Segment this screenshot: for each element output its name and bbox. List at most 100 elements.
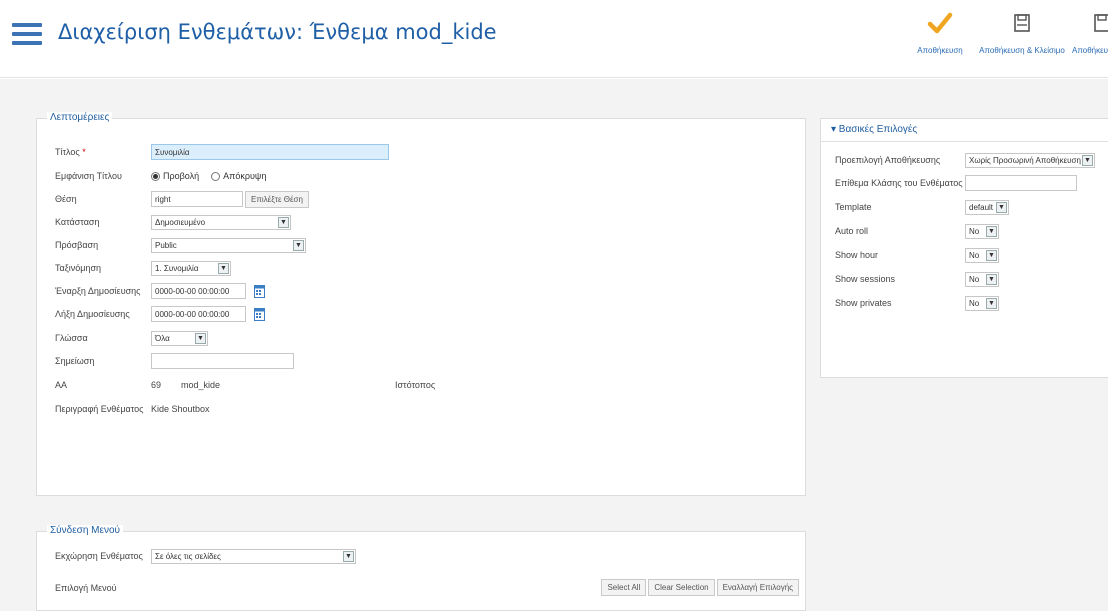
module-assignment-select[interactable]: Σε όλες τις σελίδες ▼ [151, 548, 356, 564]
details-legend: Λεπτομέρειες [47, 112, 113, 123]
chevron-down-icon: ▼ [293, 239, 304, 251]
publish-start-row: Έναρξη Δημοσίευσης 0000-00-00 00:00:00 [55, 282, 265, 300]
show-title-label: Εμφάνιση Τίτλου [55, 171, 122, 181]
class-suffix-input[interactable] [965, 175, 1077, 191]
show-sessions-select[interactable]: No ▼ [965, 271, 999, 287]
chevron-down-icon: ▼ [996, 201, 1007, 213]
chevron-down-icon: ▼ [278, 216, 289, 228]
publish-end-row: Λήξη Δημοσίευσης 0000-00-00 00:00:00 [55, 305, 265, 323]
page-header: Διαχείριση Ενθεμάτων: Ένθεμα mod_kide Απ… [0, 0, 1108, 78]
chevron-down-icon: ▼ [986, 249, 997, 261]
description-label: Περιγραφή Ενθέματος [55, 404, 144, 414]
module-name: mod_kide [181, 380, 221, 390]
radio-empty-icon [211, 171, 221, 181]
calendar-icon[interactable] [254, 284, 265, 298]
chevron-down-icon: ▼ [1082, 154, 1093, 166]
details-panel: Λεπτομέρειες Τίτλος * Συνομιλία Εμφάνιση… [36, 112, 806, 496]
divider [821, 141, 1108, 142]
radio-selected-icon [151, 171, 160, 181]
note-label: Σημείωση [55, 356, 95, 366]
save-as-label: Αποθήκευση [1072, 46, 1108, 55]
show-title-radio-hide[interactable]: Απόκρυψη [211, 171, 266, 181]
checkmark-icon [908, 8, 972, 38]
basic-options-heading[interactable]: ▾ Βασικές Επιλογές [831, 124, 917, 135]
assignment-row: Εκχώρηση Ενθέματος Σε όλες τις σελίδες ▼ [55, 547, 356, 565]
ordering-select[interactable]: 1. Συνομιλία ▼ [151, 260, 231, 276]
position-label: Θέση [55, 194, 77, 204]
menu-selection-label: Επιλογή Μενού [55, 583, 117, 593]
basic-options-panel: ▾ Βασικές Επιλογές Προεπιλογή Αποθήκευση… [820, 118, 1108, 378]
select-all-button[interactable]: Select All [601, 579, 647, 596]
hamburger-menu-icon[interactable] [12, 23, 42, 45]
auto-roll-label: Auto roll [835, 226, 869, 236]
title-input[interactable]: Συνομιλία [151, 144, 389, 160]
auto-roll-select[interactable]: No ▼ [965, 223, 999, 239]
show-title-row: Εμφάνιση Τίτλου Προβολή Απόκρυψη [55, 167, 278, 185]
description-row: Περιγραφή Ενθέματος Kide Shoutbox [55, 400, 210, 418]
show-hour-select[interactable]: No ▼ [965, 247, 999, 263]
chevron-down-icon: ▼ [986, 225, 997, 237]
publish-start-input[interactable]: 0000-00-00 00:00:00 [151, 283, 246, 299]
state-select[interactable]: Δημοσιευμένο ▼ [151, 214, 291, 230]
note-input[interactable] [151, 353, 294, 369]
required-marker: * [82, 147, 86, 157]
title-label: Τίτλος [55, 147, 80, 157]
language-select[interactable]: Όλα ▼ [151, 330, 208, 346]
access-row: Πρόσβαση Public ▼ [55, 236, 306, 254]
state-row: Κατάσταση Δημοσιευμένο ▼ [55, 213, 291, 231]
chevron-down-icon: ▼ [218, 262, 229, 274]
menu-assignment-legend: Σύνδεση Μενού [47, 525, 124, 536]
id-value: 69 [151, 380, 162, 390]
show-privates-label: Show privates [835, 298, 892, 308]
publish-start-label: Έναρξη Δημοσίευσης [55, 286, 141, 296]
save-and-close-button[interactable]: Αποθήκευση & Κλείσιμο [976, 8, 1068, 68]
position-input[interactable]: right [151, 191, 243, 207]
template-label: Template [835, 202, 872, 212]
save-button-label: Αποθήκευση [917, 46, 963, 55]
template-select[interactable]: default ▼ [965, 199, 1009, 215]
calendar-icon[interactable] [254, 307, 265, 321]
save-icon [976, 8, 1068, 38]
cache-label: Προεπιλογή Αποθήκευσης [835, 155, 941, 165]
clear-selection-button[interactable]: Clear Selection [648, 579, 715, 596]
chevron-down-icon: ▼ [986, 273, 997, 285]
note-row: Σημείωση [55, 352, 294, 370]
show-title-radio-show[interactable]: Προβολή [151, 171, 199, 181]
cache-row: Προεπιλογή Αποθήκευσης Χωρίς Προσωρινή Α… [835, 152, 1095, 168]
toggle-selection-button[interactable]: Εναλλαγή Επιλογής [716, 579, 799, 596]
chevron-down-icon: ▼ [343, 550, 354, 562]
chevron-down-icon: ▼ [195, 332, 206, 344]
site-label: Ιστότοπος [395, 380, 436, 390]
access-select[interactable]: Public ▼ [151, 237, 306, 253]
save-icon [1072, 8, 1108, 38]
position-row: Θέση right Επιλέξτε Θέση [55, 190, 309, 208]
save-and-close-label: Αποθήκευση & Κλείσιμο [979, 46, 1065, 55]
menu-selection-row: Επιλογή Μενού [55, 579, 151, 597]
show-sessions-row: Show sessions No ▼ [835, 271, 999, 287]
publish-end-input[interactable]: 0000-00-00 00:00:00 [151, 306, 246, 322]
select-position-button[interactable]: Επιλέξτε Θέση [245, 190, 309, 208]
class-suffix-row: Επίθεμα Κλάσης του Ενθέματος [835, 175, 1077, 191]
template-row: Template default ▼ [835, 199, 1009, 215]
save-as-button[interactable]: Αποθήκευση [1072, 8, 1108, 68]
class-suffix-label: Επίθεμα Κλάσης του Ενθέματος [835, 178, 963, 188]
menu-assignment-panel: Σύνδεση Μενού Εκχώρηση Ενθέματος Σε όλες… [36, 525, 806, 611]
save-button[interactable]: Αποθήκευση [908, 8, 972, 68]
id-label: ΑΑ [55, 380, 68, 390]
id-row: ΑΑ 69 mod_kide Ιστότοπος [55, 376, 435, 394]
show-privates-select[interactable]: No ▼ [965, 295, 999, 311]
toolbar: Αποθήκευση Αποθήκευση & Κλείσιμο Αποθήκε… [904, 8, 1108, 68]
language-label: Γλώσσα [55, 333, 88, 343]
ordering-label: Ταξινόμηση [55, 263, 101, 273]
menu-selection-buttons: Select All Clear Selection Εναλλαγή Επιλ… [601, 579, 799, 596]
show-hour-row: Show hour No ▼ [835, 247, 999, 263]
page-title: Διαχείριση Ενθεμάτων: Ένθεμα mod_kide [58, 20, 497, 44]
auto-roll-row: Auto roll No ▼ [835, 223, 999, 239]
show-sessions-label: Show sessions [835, 274, 896, 284]
ordering-row: Ταξινόμηση 1. Συνομιλία ▼ [55, 259, 231, 277]
publish-end-label: Λήξη Δημοσίευσης [55, 309, 130, 319]
description-value: Kide Shoutbox [151, 404, 210, 414]
cache-select[interactable]: Χωρίς Προσωρινή Αποθήκευση ▼ [965, 152, 1095, 168]
access-label: Πρόσβαση [55, 240, 99, 250]
state-label: Κατάσταση [55, 217, 100, 227]
